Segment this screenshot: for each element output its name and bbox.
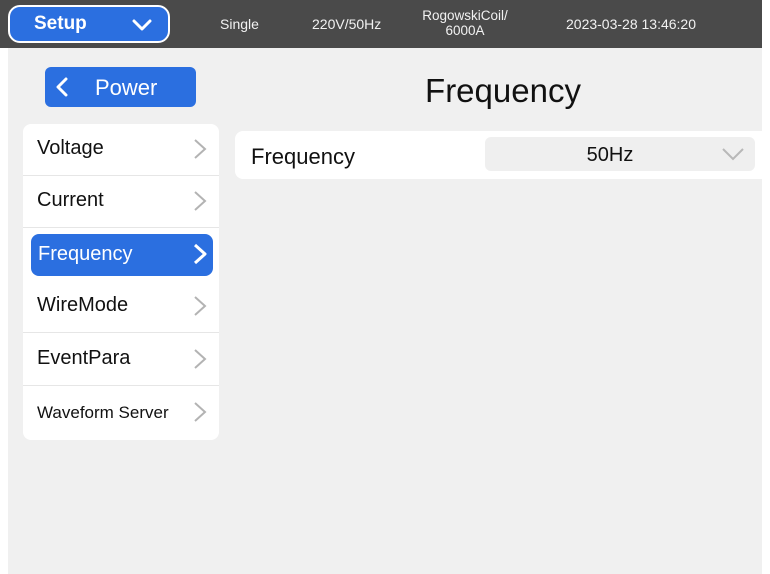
datetime-status: 2023-03-28 13:46:20 (566, 16, 696, 32)
chevron-down-icon (721, 147, 745, 166)
top-status-bar: Setup Single 220V/50Hz RogowskiCoil/ 600… (0, 0, 762, 48)
nav-item-label: Voltage (37, 137, 104, 159)
nav-item-label: Frequency (38, 243, 133, 265)
chevron-right-icon (193, 348, 207, 375)
chevron-left-icon (55, 77, 69, 102)
chevron-right-icon (193, 401, 207, 428)
nav-item-voltage[interactable]: Voltage (23, 124, 219, 176)
nav-item-label: WireMode (37, 294, 129, 316)
chevron-down-icon (132, 18, 152, 37)
wiring-mode-status: Single (220, 16, 259, 32)
nav-item-label: EventPara (37, 347, 131, 369)
nav-item-waveform-server[interactable]: Waveform Server (23, 387, 219, 439)
nav-item-current[interactable]: Current (23, 176, 219, 228)
chevron-right-icon (193, 190, 207, 217)
setup-label: Setup (34, 13, 87, 34)
frequency-setting-label: Frequency (251, 144, 355, 169)
settings-nav: Voltage Current Frequency WireMode Event… (23, 124, 219, 440)
main-content: Power Frequency Voltage Current Frequenc… (8, 48, 770, 574)
nav-item-frequency[interactable]: Frequency (31, 234, 213, 276)
nav-item-wiremode[interactable]: WireMode (23, 281, 219, 333)
setup-menu-button[interactable]: Setup (8, 5, 170, 43)
chevron-right-icon (193, 295, 207, 322)
sensor-type: RogowskiCoil/ (422, 8, 508, 23)
nav-item-label: Current (37, 189, 104, 211)
chevron-right-icon (193, 138, 207, 165)
current-sensor-status: RogowskiCoil/ 6000A (416, 8, 514, 38)
chevron-right-icon (193, 243, 207, 270)
back-to-power-button[interactable]: Power (45, 67, 196, 107)
nav-item-label: Waveform Server (37, 403, 169, 422)
page-title: Frequency (425, 72, 581, 109)
back-button-label: Power (95, 75, 158, 100)
frequency-select-value: 50Hz (586, 144, 634, 166)
frequency-setting-row: Frequency 50Hz (235, 131, 770, 179)
frequency-select[interactable]: 50Hz (485, 137, 755, 171)
nav-item-eventpara[interactable]: EventPara (23, 334, 219, 386)
sensor-range: 6000A (445, 23, 485, 38)
right-edge (762, 0, 770, 48)
nominal-voltage-status: 220V/50Hz (312, 16, 382, 32)
